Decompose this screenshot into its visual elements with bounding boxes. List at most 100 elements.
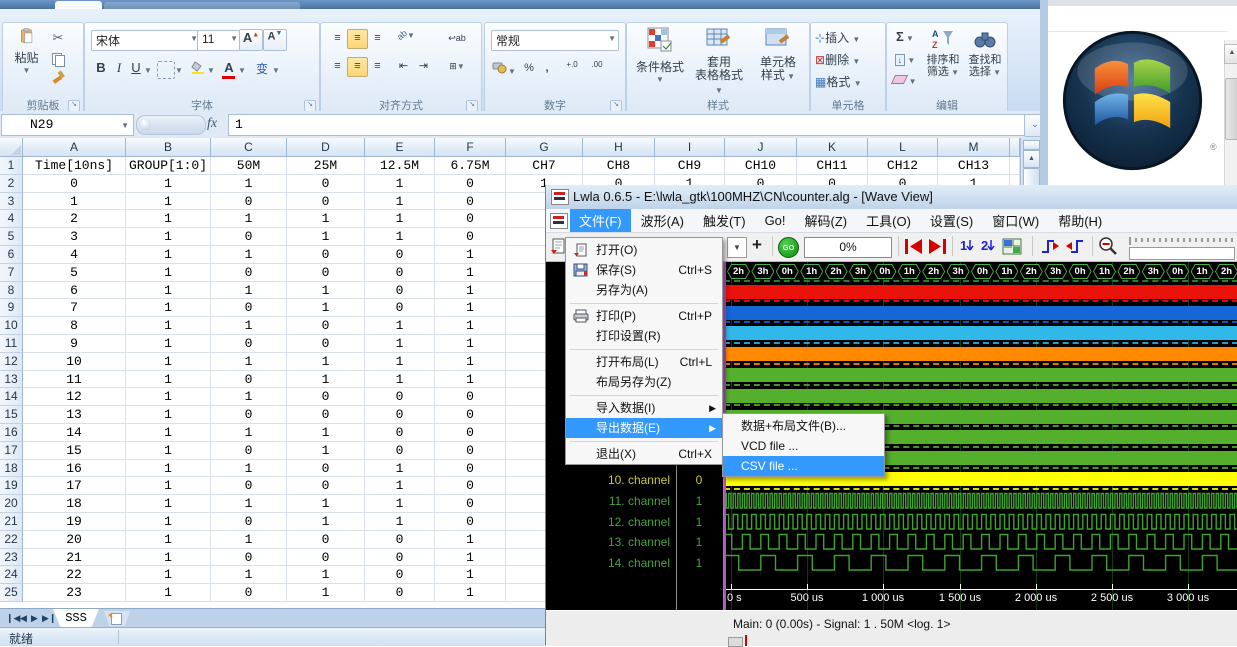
cell[interactable]: 13 [23,406,126,424]
background-scroll-thumb[interactable] [1225,78,1237,140]
cell[interactable]: 0 [365,388,435,406]
prev-edge-icon[interactable] [1039,237,1061,256]
cell[interactable]: 1 [435,353,506,371]
cell[interactable]: 1 [287,513,365,531]
row-header[interactable]: 24 [0,566,23,584]
first-sheet-button[interactable]: ❙◀ [6,613,20,624]
file-menu-item-3[interactable]: 另存为(A) [566,280,722,300]
row-header[interactable]: 15 [0,406,23,424]
row-header[interactable]: 16 [0,424,23,442]
cell[interactable]: 0 [287,193,365,211]
cell[interactable]: 1 [126,406,211,424]
channel-label[interactable]: 14. channel [546,556,670,570]
file-menu-item-9[interactable]: 布局另存为(Z) [566,372,722,392]
cell[interactable]: 0 [435,460,506,478]
cursor1-icon[interactable]: 1 [958,237,976,256]
cell[interactable]: 1 [126,353,211,371]
cell[interactable]: 15 [23,442,126,460]
cell[interactable]: 0 [365,299,435,317]
file-menu-item-2[interactable]: 保存(S)Ctrl+S [566,260,722,280]
cell[interactable]: 1 [435,282,506,300]
decrease-indent-button[interactable]: ⇤ [393,57,414,77]
cell[interactable]: 1 [287,566,365,584]
cell[interactable]: 1 [435,299,506,317]
underline-button[interactable]: U [127,59,145,81]
sheet-tab[interactable]: SSS [53,609,99,627]
cell[interactable]: 0 [287,406,365,424]
cell[interactable]: 1 [126,531,211,549]
cell[interactable]: 1 [365,353,435,371]
row-header[interactable]: 11 [0,335,23,353]
cell[interactable]: 1 [365,460,435,478]
cell[interactable]: 1 [126,584,211,602]
format-cells-button[interactable]: ▦格式 ▼ [814,72,882,92]
cell[interactable]: 1 [126,566,211,584]
row-header[interactable]: 4 [0,210,23,228]
col-header[interactable]: K [797,138,868,157]
cell[interactable]: 1 [287,228,365,246]
row-header[interactable]: 7 [0,264,23,282]
zoom-out-icon[interactable] [1098,236,1119,257]
cell[interactable]: 0 [365,549,435,567]
format-painter-button[interactable] [47,69,69,89]
cell[interactable]: 0 [23,175,126,193]
ribbon-active-tab[interactable] [55,1,102,9]
cell[interactable]: CH13 [938,157,1010,175]
cell[interactable]: 0 [365,584,435,602]
cell[interactable]: 1 [435,549,506,567]
file-menu-item-5[interactable]: 打印(P)Ctrl+P [566,306,722,326]
export-submenu-item-2[interactable]: VCD file ... [723,436,884,456]
cell[interactable]: 1 [126,299,211,317]
cell[interactable]: CH9 [655,157,725,175]
cell[interactable]: 10 [23,353,126,371]
cell[interactable]: 0 [287,246,365,264]
row-header[interactable]: 21 [0,513,23,531]
col-header[interactable]: J [725,138,797,157]
cell[interactable]: 0 [211,193,287,211]
cell[interactable]: 20 [23,531,126,549]
cell[interactable]: 0 [365,264,435,282]
cell[interactable]: 0 [211,584,287,602]
menu-8[interactable]: 窗口(W) [983,209,1048,232]
cell[interactable]: CH7 [506,157,583,175]
row-header[interactable]: 22 [0,531,23,549]
cell[interactable]: 12 [23,388,126,406]
conditional-formatting-button[interactable]: 条件格式 ▼ [631,26,689,102]
row-header[interactable]: 5 [0,228,23,246]
next-edge-icon[interactable] [1064,237,1086,256]
align-middle-button[interactable]: ≡ [347,29,368,49]
row-header[interactable]: 6 [0,246,23,264]
col-header[interactable]: M [938,138,1010,157]
cell[interactable]: 1 [126,495,211,513]
fill-color-button[interactable] [188,59,208,81]
cell[interactable]: 1 [211,495,287,513]
increase-indent-button[interactable]: ⇥ [413,57,434,77]
align-top-button[interactable]: ≡ [327,29,348,49]
mdi-child-icon[interactable] [550,213,568,229]
font-color-dropdown[interactable]: ▼ [238,66,246,75]
menu-1[interactable]: 文件(F) [570,209,631,232]
formula-input[interactable]: 1 [228,114,1030,136]
cell[interactable]: 1 [211,353,287,371]
number-format-select[interactable]: 常规▼ [491,30,619,51]
file-menu-item-11[interactable]: 导入数据(I)▶ [566,398,722,418]
cell[interactable]: 0 [287,335,365,353]
cell[interactable]: 6 [23,282,126,300]
cell[interactable]: 0 [365,531,435,549]
cell[interactable]: 0 [435,424,506,442]
row-header[interactable]: 20 [0,495,23,513]
cell[interactable]: 1 [126,264,211,282]
cell[interactable]: 1 [287,495,365,513]
cell[interactable]: 0 [435,442,506,460]
cell[interactable]: 0 [211,228,287,246]
jump-end-icon[interactable] [927,238,947,255]
row-header[interactable]: 8 [0,282,23,300]
col-header[interactable]: D [287,138,365,157]
cell[interactable]: 1 [211,210,287,228]
cell[interactable]: 1 [126,193,211,211]
cell[interactable]: 0 [435,388,506,406]
channel-label[interactable]: 12. channel [546,515,670,529]
cell[interactable]: 25M [287,157,365,175]
delete-cells-button[interactable]: ⊠删除 ▼ [814,50,882,70]
cell[interactable]: 1 [126,175,211,193]
